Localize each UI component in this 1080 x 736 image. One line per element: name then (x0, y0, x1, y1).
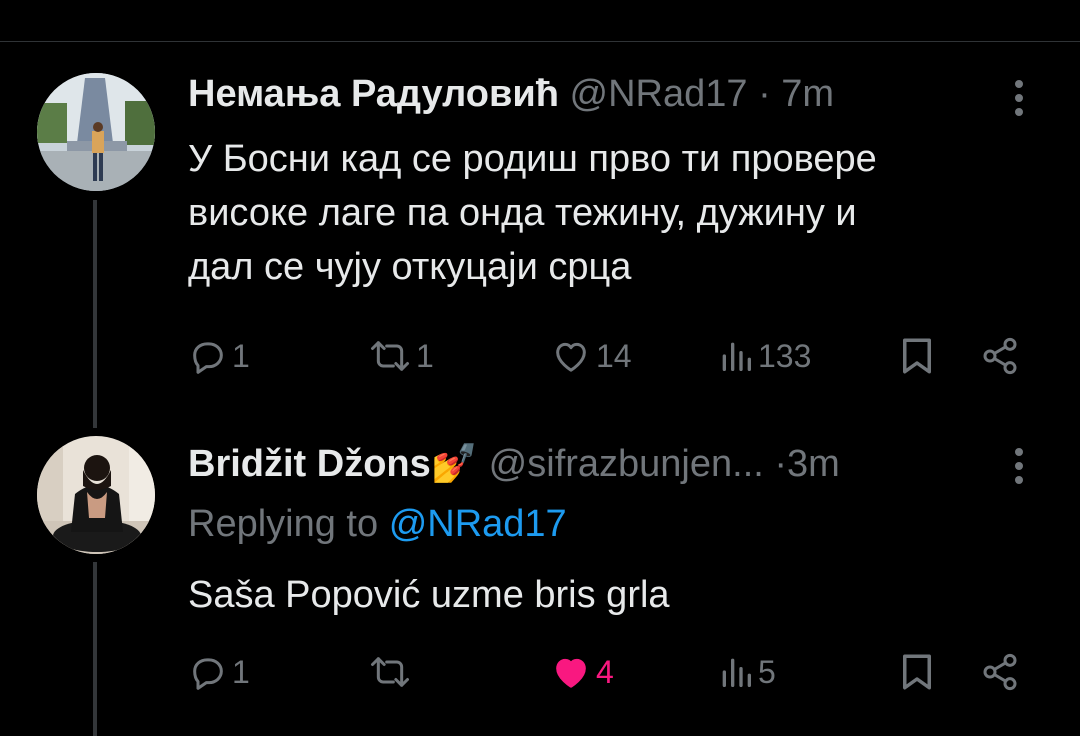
replying-label: Replying to (188, 503, 379, 545)
thread-line (93, 200, 97, 428)
avatar[interactable] (37, 436, 155, 554)
replying-to: Replying to @NRad17 (188, 502, 567, 546)
timestamp[interactable]: 3m (787, 443, 840, 485)
tweet-text-line: високе лаге па онда тежину, дужину и (188, 192, 857, 234)
reply-count: 1 (232, 653, 250, 690)
repost-icon (371, 657, 409, 687)
author-name[interactable]: Bridžit Džons (188, 443, 431, 485)
tweet-text-line: Saša Popović uzme bris grla (188, 574, 670, 616)
views-button[interactable]: 5 (718, 650, 776, 694)
author-handle[interactable]: @NRad17 (570, 73, 748, 115)
views-button[interactable]: 133 (718, 334, 811, 378)
tweet-text: У Босни кад се родиш прво ти провере вис… (188, 132, 1048, 294)
mention-link[interactable]: @NRad17 (389, 503, 567, 545)
like-button[interactable]: 14 (550, 334, 632, 378)
separator: · (774, 443, 788, 485)
like-count: 14 (596, 337, 632, 374)
more-icon[interactable] (1008, 444, 1030, 488)
views-count: 5 (758, 653, 776, 690)
repost-icon (371, 341, 409, 371)
timestamp[interactable]: 7m (781, 73, 834, 115)
reply-icon (193, 658, 223, 690)
like-count: 4 (596, 653, 614, 690)
share-button[interactable] (980, 650, 1020, 694)
nail-polish-emoji: 💅 (430, 443, 479, 485)
avatar[interactable] (37, 73, 155, 191)
tweet-text-line: дал се чују откуцаји срца (188, 246, 632, 288)
like-icon (556, 342, 586, 372)
author-handle[interactable]: @sifrazbunjen... (489, 443, 764, 485)
more-icon[interactable] (1008, 76, 1030, 120)
bookmark-button[interactable] (898, 334, 936, 378)
bookmark-button[interactable] (898, 650, 936, 694)
views-count: 133 (758, 337, 812, 374)
repost-button[interactable] (368, 650, 416, 694)
tweet-header: Bridžit Džons💅 @sifrazbunjen... ·3m (188, 442, 840, 486)
tweet-2[interactable]: Bridžit Džons💅 @sifrazbunjen... ·3m Repl… (0, 420, 1080, 736)
repost-count: 1 (416, 337, 434, 374)
like-button[interactable]: 4 (550, 650, 614, 694)
reply-button[interactable]: 1 (188, 334, 250, 378)
repost-button[interactable]: 1 (368, 334, 434, 378)
reply-icon (193, 342, 223, 374)
tweet-header: Немања Радуловић @NRad17 · 7m (188, 72, 834, 116)
bookmark-icon (903, 338, 931, 374)
tweet-text: Saša Popović uzme bris grla (188, 568, 1048, 622)
views-icon (722, 658, 751, 687)
views-icon (722, 342, 751, 371)
tweet-text-line: У Босни кад се родиш прво ти провере (188, 138, 877, 180)
bookmark-icon (903, 654, 931, 690)
thread-line (93, 562, 97, 736)
tweet-1[interactable]: Немања Радуловић @NRad17 · 7m У Босни ка… (0, 0, 1080, 428)
share-icon (983, 337, 1017, 375)
like-icon (556, 658, 586, 688)
author-name[interactable]: Немања Радуловић (188, 73, 559, 115)
separator: · (758, 73, 771, 115)
reply-button[interactable]: 1 (188, 650, 250, 694)
reply-count: 1 (232, 337, 250, 374)
share-icon (983, 653, 1017, 691)
share-button[interactable] (980, 334, 1020, 378)
